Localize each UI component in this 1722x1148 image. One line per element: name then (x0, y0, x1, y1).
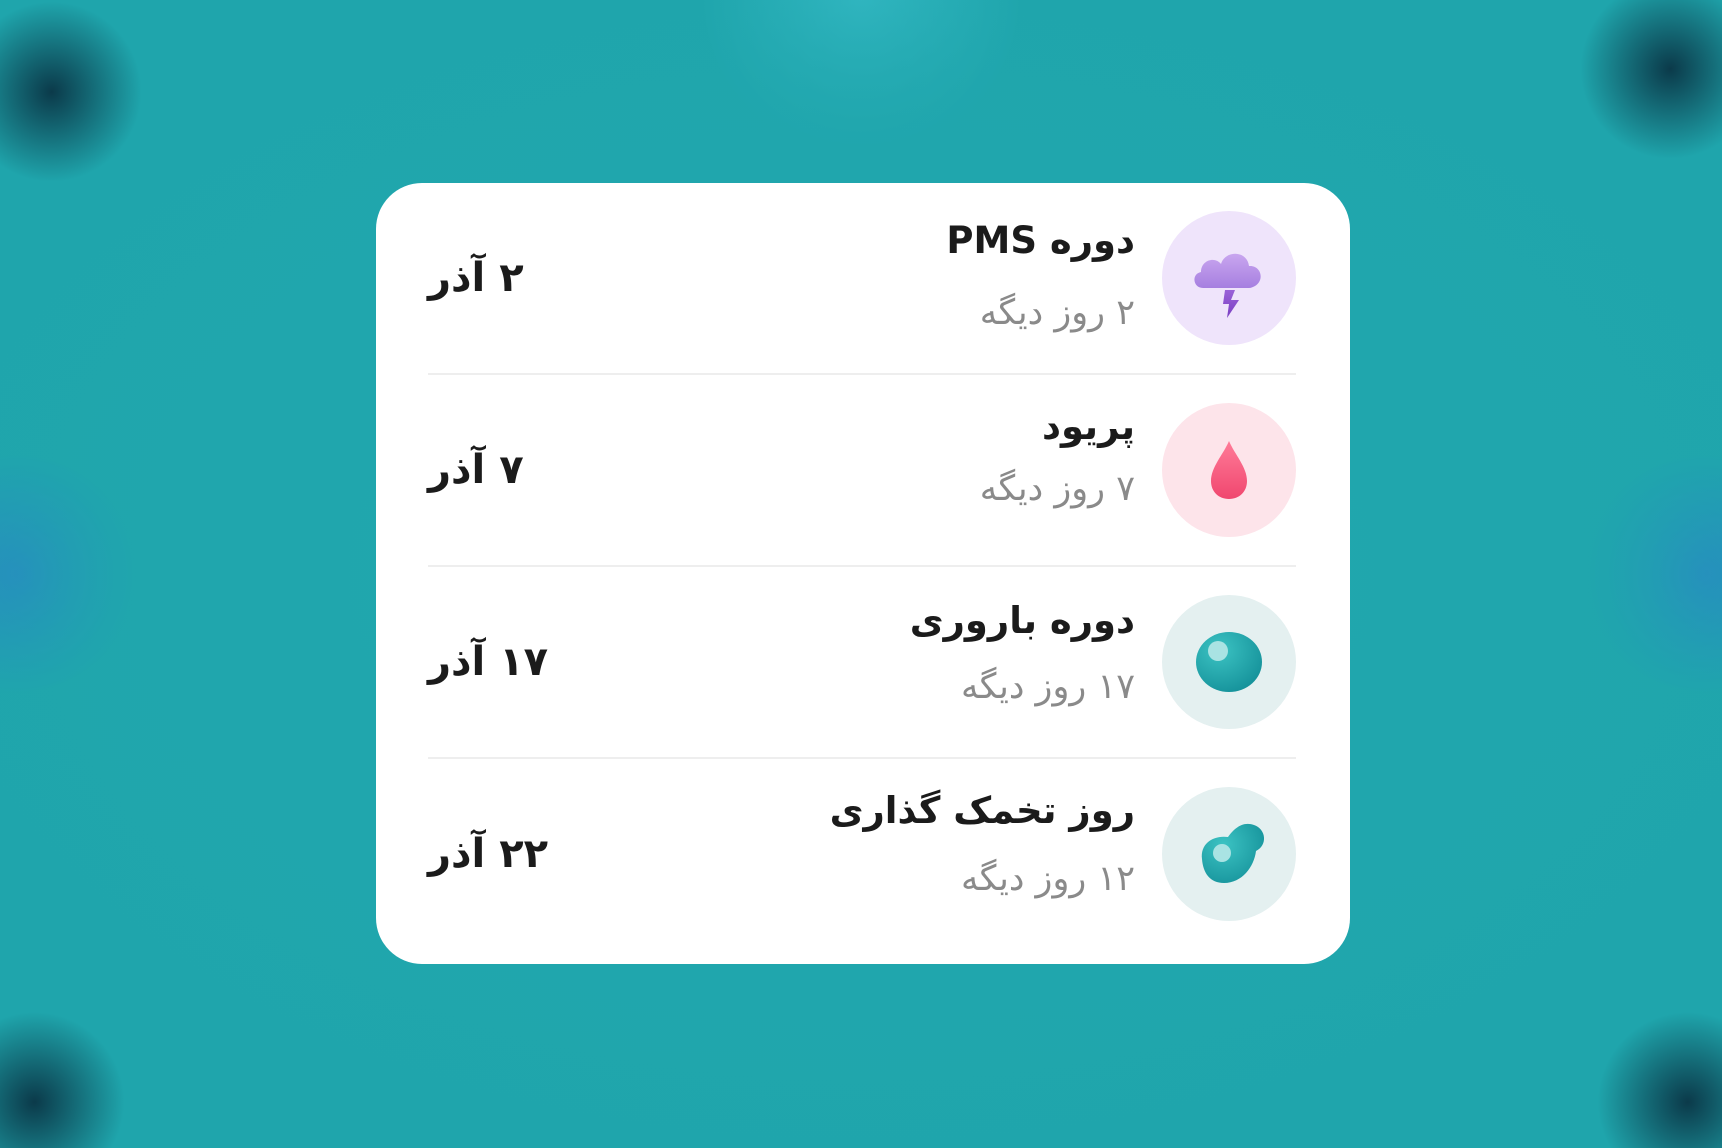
event-title: دوره PMS (946, 219, 1135, 262)
event-date: ۲۲ آذر (428, 831, 549, 877)
egg-cell-icon (1162, 595, 1296, 729)
event-countdown: ۲ روز دیگه (979, 293, 1135, 333)
event-countdown: ۱۲ روز دیگه (961, 859, 1135, 899)
ovulation-cell-icon (1162, 787, 1296, 921)
event-countdown: ۷ روز دیگه (979, 469, 1135, 509)
event-date: ۱۷ آذر (428, 639, 549, 685)
event-date: ۲ آذر (428, 255, 524, 301)
blood-drop-icon (1162, 403, 1296, 537)
event-row-pms[interactable]: دوره PMS ۲ روز دیگه ۲ آذر (428, 183, 1296, 375)
storm-cloud-icon (1162, 211, 1296, 345)
event-countdown: ۱۷ روز دیگه (961, 667, 1135, 707)
event-title: پریود (1042, 405, 1135, 448)
event-date: ۷ آذر (428, 447, 524, 493)
event-row-ovulation[interactable]: روز تخمک گذاری ۱۲ روز دیگه ۲۲ آذر (428, 759, 1296, 949)
cycle-events-card: دوره PMS ۲ روز دیگه ۲ آذر پریود ۷ روز دی… (376, 183, 1350, 964)
event-row-period[interactable]: پریود ۷ روز دیگه ۷ آذر (428, 375, 1296, 567)
event-title: دوره باروری (909, 599, 1135, 642)
event-title: روز تخمک گذاری (829, 789, 1135, 832)
event-row-fertile-window[interactable]: دوره باروری ۱۷ روز دیگه ۱۷ آذر (428, 567, 1296, 759)
